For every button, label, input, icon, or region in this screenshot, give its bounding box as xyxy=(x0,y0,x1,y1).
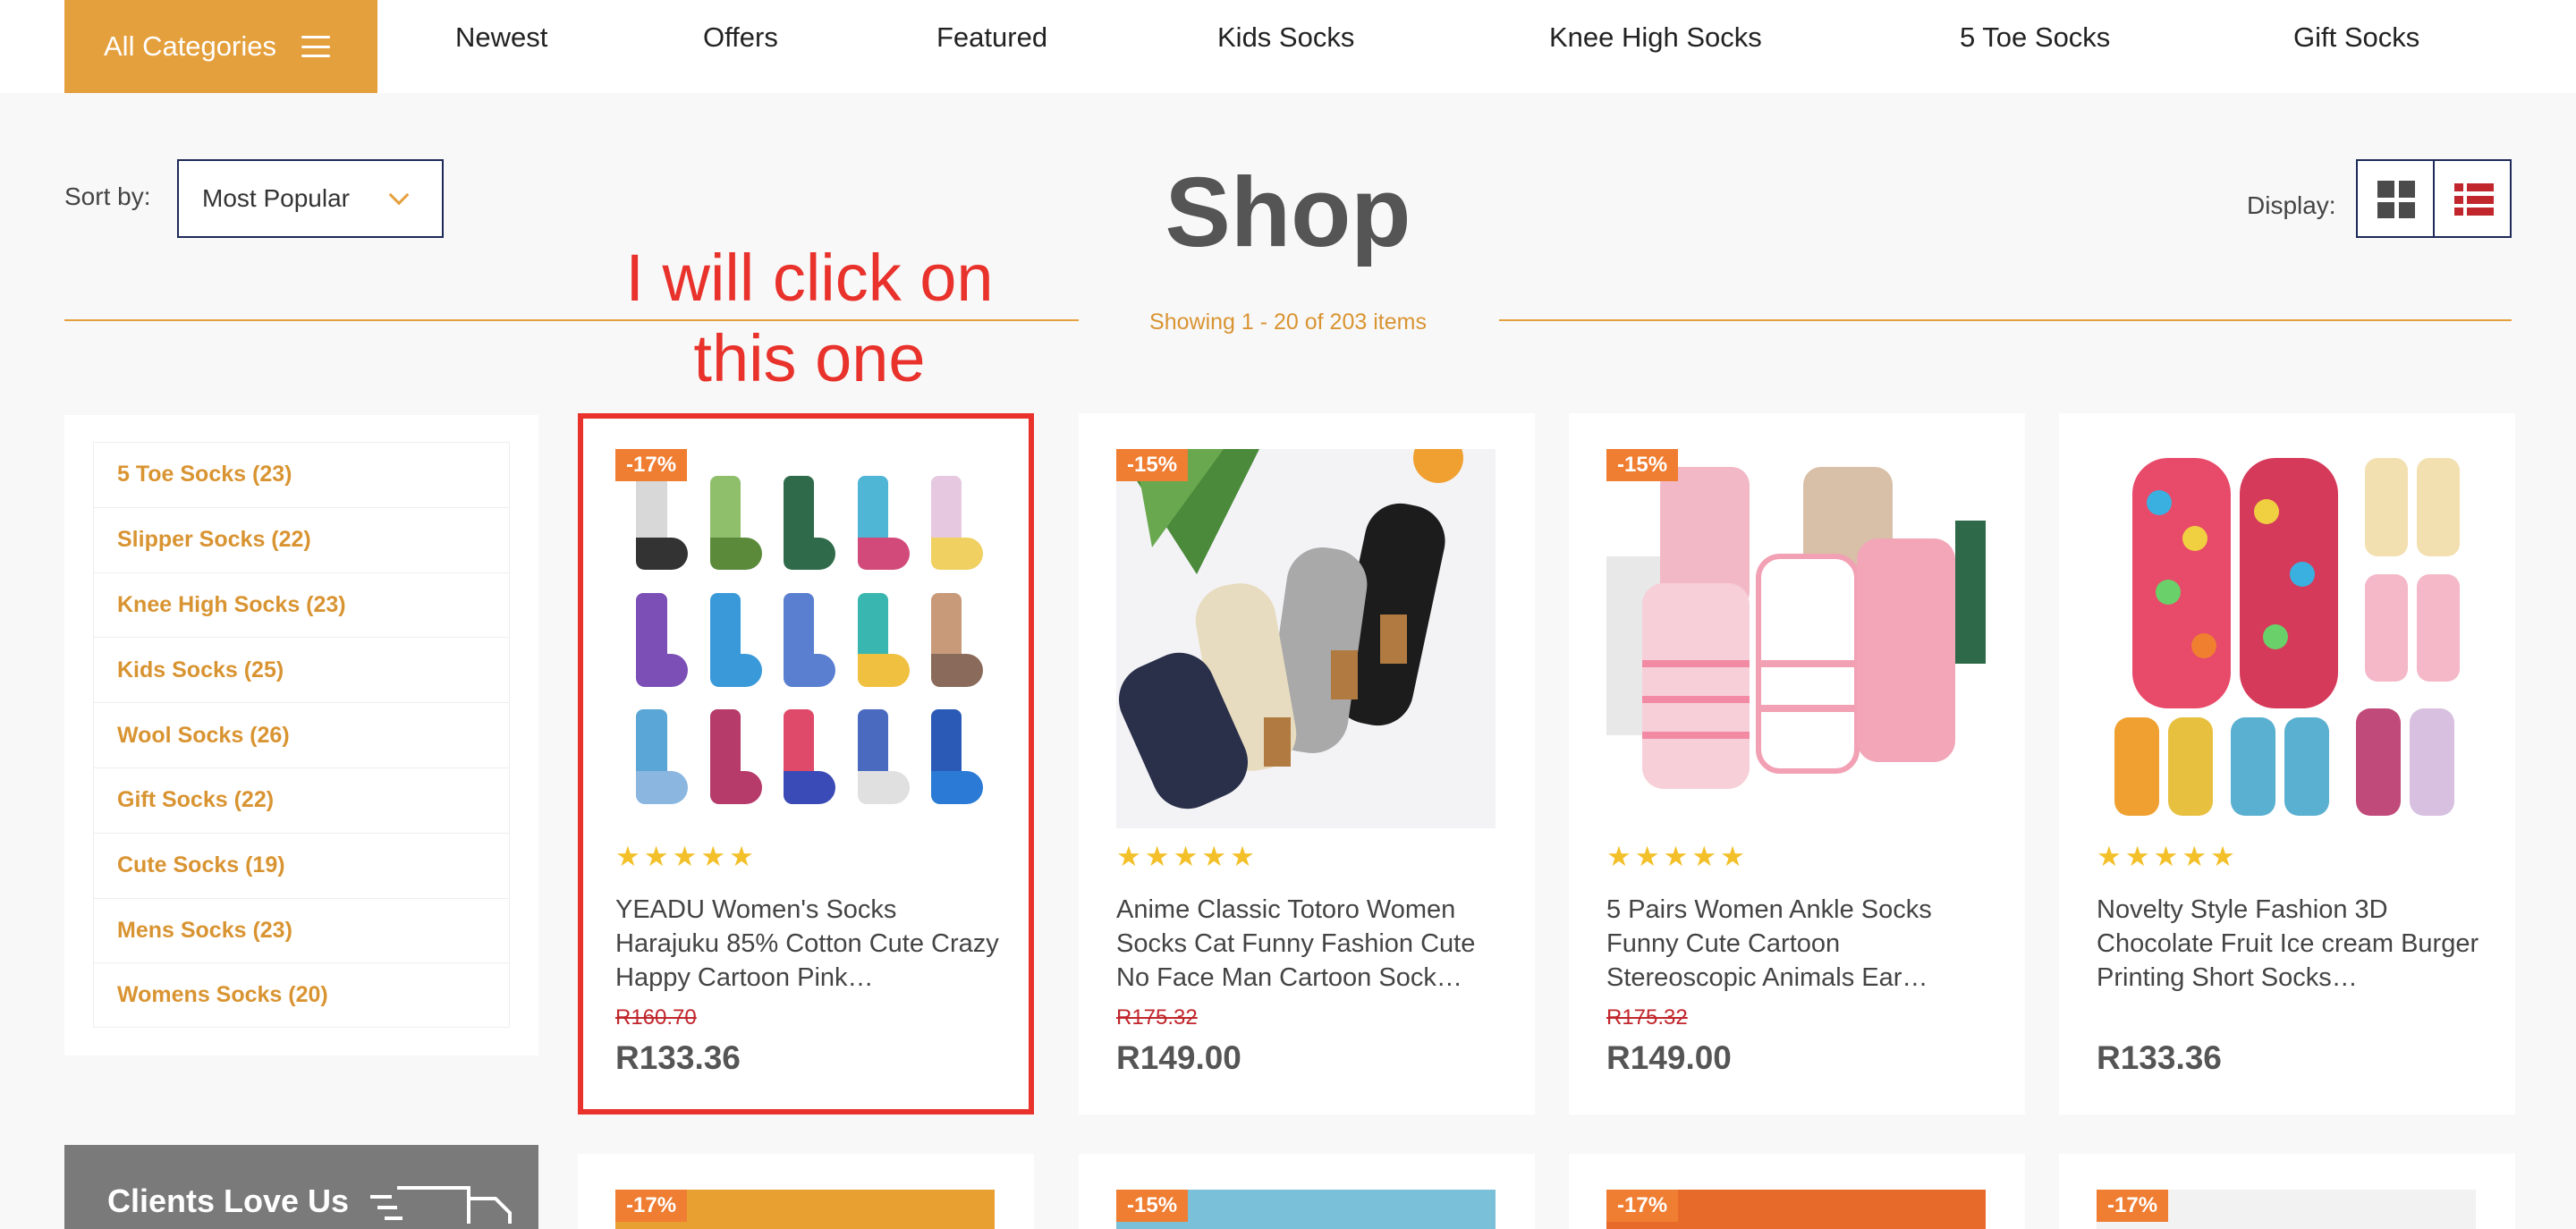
product-card-3d-socks[interactable]: ★★★★★ Novelty Style Fashion 3D Chocolate… xyxy=(2059,413,2515,1115)
product-card-row2-4[interactable]: -17% xyxy=(2059,1154,2515,1229)
discount-badge: -17% xyxy=(2097,1190,2169,1222)
original-price: R175.32 xyxy=(1116,1005,1198,1030)
nav-link-5-toe-socks[interactable]: 5 Toe Socks xyxy=(1960,0,2110,75)
product-price: R133.36 xyxy=(2097,1039,2222,1076)
star-rating: ★★★★★ xyxy=(1116,841,1258,872)
category-gift-socks[interactable]: Gift Socks (22) xyxy=(93,767,510,833)
original-price: R160.70 xyxy=(615,1005,697,1030)
category-mens-socks[interactable]: Mens Socks (23) xyxy=(93,897,510,963)
grid-view-icon xyxy=(2377,181,2415,218)
grid-view-button[interactable] xyxy=(2356,159,2435,238)
discount-badge: -17% xyxy=(615,449,688,481)
annotation-line-1: I will click on xyxy=(625,241,994,315)
discount-badge: -15% xyxy=(1116,1190,1189,1222)
sort-label: Sort by: xyxy=(64,182,151,210)
nav-link-featured[interactable]: Featured xyxy=(936,0,1047,75)
3d-printed-socks-image xyxy=(2097,449,2476,828)
category-list: 5 Toe Socks (23) Slipper Socks (22) Knee… xyxy=(93,442,574,1029)
results-count: Showing 1 - 20 of 203 items xyxy=(1149,309,1427,335)
discount-badge: -15% xyxy=(1606,449,1679,481)
star-rating: ★★★★★ xyxy=(2097,841,2239,872)
product-name[interactable]: Anime Classic Totoro Women Socks Cat Fun… xyxy=(1116,893,1501,995)
product-price: R149.00 xyxy=(1606,1039,1732,1076)
annotation-text: I will click on this one xyxy=(572,238,1046,399)
category-kids-socks[interactable]: Kids Socks (25) xyxy=(93,637,510,703)
top-navigation: All Categories Newest Offers Featured Ki… xyxy=(0,0,2576,93)
clients-love-us-label: Clients Love Us xyxy=(107,1182,350,1219)
nav-link-gift-socks[interactable]: Gift Socks xyxy=(2293,0,2419,75)
delivery-truck-icon xyxy=(370,1186,512,1224)
product-image[interactable] xyxy=(2097,449,2476,828)
product-card-row2-3[interactable]: -17% xyxy=(1569,1154,2025,1229)
product-price: R133.36 xyxy=(615,1039,741,1076)
divider-right xyxy=(1499,319,2512,321)
product-image[interactable]: -15% xyxy=(1606,449,1986,828)
product-card-totoro[interactable]: -15% ★★★★★ Anime Classic Totoro Women So… xyxy=(1079,413,1535,1115)
annotation-line-2: this one xyxy=(693,321,926,395)
colorful-socks-image xyxy=(615,449,995,828)
product-card-yeadu[interactable]: -17% ★★★★★ YEADU Women's Socks Harajuku … xyxy=(578,413,1034,1115)
nav-link-newest[interactable]: Newest xyxy=(455,0,547,75)
display-label: Display: xyxy=(2247,191,2336,219)
discount-badge: -17% xyxy=(1606,1190,1679,1222)
clients-love-us-banner: Clients Love Us xyxy=(64,1145,538,1229)
category-5-toe-socks[interactable]: 5 Toe Socks (23) xyxy=(93,442,510,507)
product-card-ankle-socks[interactable]: -15% ★★★★★ 5 Pairs Women Ankle Socks Fun… xyxy=(1569,413,2025,1115)
nav-link-kids-socks[interactable]: Kids Socks xyxy=(1217,0,1354,75)
animal-ankle-socks-image xyxy=(1606,449,1986,828)
sort-select[interactable]: Most Popular xyxy=(177,159,444,238)
product-name[interactable]: YEADU Women's Socks Harajuku 85% Cotton … xyxy=(615,893,1000,995)
hamburger-menu-icon xyxy=(301,36,330,57)
all-categories-label: All Categories xyxy=(104,30,276,62)
category-slipper-socks[interactable]: Slipper Socks (22) xyxy=(93,506,510,572)
category-knee-high-socks[interactable]: Knee High Socks (23) xyxy=(93,572,510,638)
nav-link-offers[interactable]: Offers xyxy=(703,0,778,75)
original-price: R175.32 xyxy=(1606,1005,1688,1030)
product-card-row2-1[interactable]: -17% xyxy=(578,1154,1034,1229)
category-wool-socks[interactable]: Wool Socks (26) xyxy=(93,702,510,767)
sort-value: Most Popular xyxy=(202,184,350,212)
product-price: R149.00 xyxy=(1116,1039,1241,1076)
star-rating: ★★★★★ xyxy=(615,841,758,872)
product-card-row2-2[interactable]: -15% xyxy=(1079,1154,1535,1229)
product-name[interactable]: 5 Pairs Women Ankle Socks Funny Cute Car… xyxy=(1606,893,1991,995)
star-rating: ★★★★★ xyxy=(1606,841,1749,872)
category-cute-socks[interactable]: Cute Socks (19) xyxy=(93,832,510,898)
category-womens-socks[interactable]: Womens Socks (20) xyxy=(93,962,510,1029)
all-categories-button[interactable]: All Categories xyxy=(64,0,377,93)
list-view-button[interactable] xyxy=(2433,159,2512,238)
chevron-down-icon xyxy=(388,184,410,206)
totoro-socks-image xyxy=(1116,449,1496,828)
discount-badge: -17% xyxy=(615,1190,688,1222)
nav-link-knee-high-socks[interactable]: Knee High Socks xyxy=(1549,0,1762,75)
product-image[interactable]: -17% xyxy=(615,449,995,828)
product-image[interactable]: -15% xyxy=(1116,449,1496,828)
product-name[interactable]: Novelty Style Fashion 3D Chocolate Fruit… xyxy=(2097,893,2481,995)
list-view-icon xyxy=(2454,183,2494,216)
category-sidebar: 5 Toe Socks (23) Slipper Socks (22) Knee… xyxy=(64,415,538,1055)
discount-badge: -15% xyxy=(1116,449,1189,481)
